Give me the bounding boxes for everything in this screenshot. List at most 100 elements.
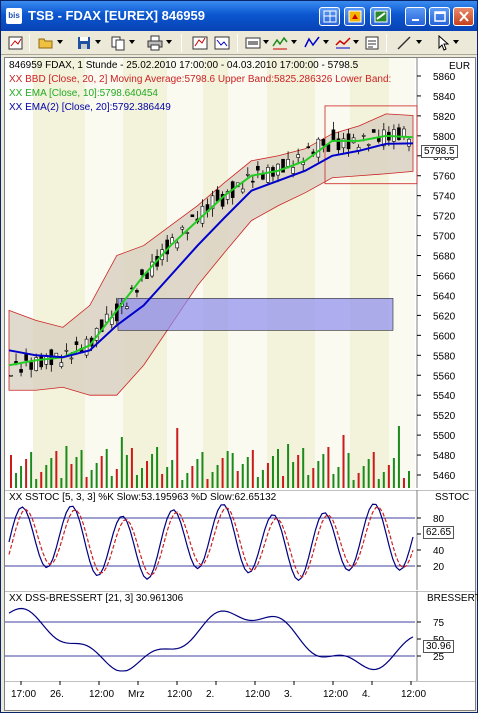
volume-bar: [70, 464, 73, 488]
print-button[interactable]: [146, 34, 164, 52]
volume-bar: [367, 459, 370, 488]
minimize-button[interactable]: [405, 7, 426, 26]
volume-bar: [226, 451, 229, 488]
price-tick-label: 5680: [433, 252, 456, 263]
volume-bar: [65, 446, 68, 488]
volume-bar: [45, 465, 48, 488]
candle-body: [135, 290, 139, 293]
settings-icon: [335, 37, 351, 49]
window-pin-button[interactable]: [370, 7, 391, 26]
price-tick-label: 5600: [433, 331, 456, 342]
sstoc-tick-label: 40: [433, 546, 445, 557]
price-chart[interactable]: 5860584058205800578057605740572057005680…: [5, 58, 475, 488]
cursor-button[interactable]: [434, 34, 452, 52]
volume-bar: [146, 461, 149, 488]
volume-bar: [342, 435, 345, 488]
redo-button[interactable]: [213, 34, 231, 52]
chart-button[interactable]: [7, 34, 25, 52]
candle-body: [29, 362, 33, 370]
volume-bar: [181, 480, 184, 488]
app-icon: bis: [6, 8, 22, 24]
copy-dropdown-icon[interactable]: [129, 40, 135, 44]
window-tile-button[interactable]: [319, 7, 340, 26]
price-tick-label: 5460: [433, 471, 456, 482]
volume-bar: [307, 475, 310, 488]
session-band: [228, 58, 267, 488]
copy-icon: [111, 36, 125, 51]
properties-button[interactable]: [363, 34, 381, 52]
undo-button[interactable]: [191, 34, 209, 52]
candle-body: [266, 167, 270, 183]
candle-body: [261, 173, 265, 180]
draw-line-icon: [397, 36, 411, 50]
settings-button[interactable]: [334, 34, 352, 52]
volume-bar: [186, 473, 189, 488]
price-tick-label: 5480: [433, 451, 456, 462]
volume-bar: [402, 478, 405, 488]
sstoc-chart[interactable]: 80604020: [5, 490, 475, 590]
maximize-button[interactable]: [429, 7, 450, 26]
settings-dropdown-icon[interactable]: [353, 40, 359, 44]
candle-body: [251, 180, 255, 183]
time-tick-label: 12:00: [401, 689, 426, 700]
volume-bar: [125, 455, 128, 488]
volume-bar: [10, 455, 12, 488]
cursor-dropdown-icon[interactable]: [453, 40, 459, 44]
volume-bar: [332, 474, 335, 488]
title-bar[interactable]: bis TSB - FDAX [EUREX] 846959: [1, 1, 477, 31]
indicator-button[interactable]: [271, 34, 289, 52]
chart-type-button[interactable]: [244, 34, 262, 52]
save-dropdown-icon[interactable]: [95, 40, 101, 44]
dss-axis-title: BRESSERT: [427, 593, 478, 604]
volume-bar: [40, 472, 43, 488]
volume-bar: [35, 479, 38, 488]
volume-bar: [196, 459, 199, 488]
volume-bar: [115, 469, 118, 488]
draw-line-dropdown-icon[interactable]: [416, 40, 422, 44]
draw-line-button[interactable]: [395, 34, 413, 52]
volume-bar: [322, 454, 325, 488]
chart-area[interactable]: 5860584058205800578057605740572057005680…: [4, 57, 478, 711]
session-band: [33, 58, 85, 488]
price-tick-label: 5820: [433, 112, 456, 123]
print-dropdown-icon[interactable]: [166, 40, 172, 44]
close-button[interactable]: [453, 7, 474, 26]
currency-label: EUR: [449, 61, 471, 72]
candle-body: [180, 226, 185, 230]
volume-bar: [20, 466, 23, 488]
open-button[interactable]: [37, 34, 55, 52]
volume-bar: [377, 479, 380, 488]
candle-body: [291, 167, 295, 174]
volume-bar: [30, 452, 33, 488]
candle-body: [316, 138, 321, 158]
volume-bar: [110, 476, 113, 488]
indicator-dropdown-icon[interactable]: [291, 40, 297, 44]
toolbar-separator: [29, 34, 30, 52]
overlay-dropdown-icon[interactable]: [323, 40, 329, 44]
chart-type-dropdown-icon[interactable]: [263, 40, 269, 44]
session-band: [267, 58, 315, 488]
volume-bar: [95, 463, 98, 488]
volume-bar: [297, 455, 300, 488]
candle-body: [256, 165, 260, 171]
volume-bar: [317, 461, 320, 488]
window-restore-button[interactable]: [344, 7, 365, 26]
dss-chart[interactable]: 755025: [5, 591, 475, 681]
open-dropdown-icon[interactable]: [57, 40, 63, 44]
copy-button[interactable]: [109, 34, 127, 52]
volume-bar: [211, 472, 214, 488]
volume-bar: [90, 470, 93, 488]
save-button[interactable]: [75, 34, 93, 52]
overlay-button[interactable]: [303, 34, 321, 52]
volume-bar: [302, 448, 305, 488]
properties-icon: [365, 36, 379, 50]
volume-bar: [392, 458, 395, 488]
indicator-icon: [272, 36, 288, 50]
volume-bar: [25, 459, 28, 488]
volume-bar: [372, 452, 375, 488]
time-axis: 17:00 26. 12:00 Mrz 12:00 2. 12:00 3. 12:00 4. 12:…: [5, 681, 475, 700]
price-tick-label: 5620: [433, 311, 456, 322]
volume-bar: [312, 468, 315, 488]
volume-bar: [382, 472, 385, 488]
price-tick-label: 5580: [433, 351, 456, 362]
